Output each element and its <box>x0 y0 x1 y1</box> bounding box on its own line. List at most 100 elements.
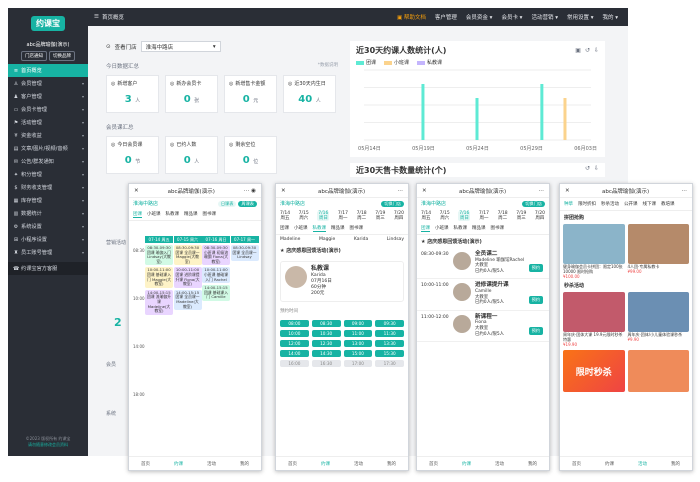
time-slot[interactable]: 15:00 <box>343 350 373 357</box>
phone-tab[interactable]: 图书课 <box>350 225 364 232</box>
sidebar-item-13[interactable]: ⊞ 小程序设置 ▾ <box>8 233 88 246</box>
date-item[interactable]: 7/14 周五 <box>421 211 431 221</box>
phone-tab[interactable]: 私教课 <box>454 225 468 232</box>
stat-card[interactable]: ◎ 新增售卡金额 0 元 <box>224 75 277 113</box>
top-menu-item-0[interactable]: 客户管理 <box>435 13 457 21</box>
tabbar-item[interactable]: 约课 <box>174 461 183 467</box>
sidebar-item-11[interactable]: ▥ 数据统计 ▾ <box>8 207 88 220</box>
flash-sale-banner[interactable]: 限时秒杀 <box>563 350 625 392</box>
stat-card[interactable]: ◎ 近30天内生日 40 人 <box>283 75 336 113</box>
date-item[interactable]: 7/17 周一 <box>338 211 348 221</box>
sidebar-item-7[interactable]: ✉ 公告/群发通知 ▾ <box>8 155 88 168</box>
tabbar-item[interactable]: 约课 <box>605 461 614 467</box>
time-slot[interactable]: 08:30 <box>311 320 341 327</box>
data-note-link[interactable]: *数据说明 <box>318 62 338 70</box>
time-slot[interactable]: 16:00 <box>280 360 309 367</box>
close-icon[interactable]: ✕ <box>422 188 427 194</box>
tabbar-item[interactable]: 我的 <box>240 461 249 467</box>
stat-card[interactable]: ◎ 剩余空位 0 位 <box>224 136 277 174</box>
date-item[interactable]: 7/14 周五 <box>280 211 290 221</box>
phone-tab[interactable]: 私教课 <box>166 211 180 218</box>
date-item[interactable]: 7/18 周二 <box>357 211 367 221</box>
private-course-card[interactable]: 私教课 Karida 07月16日 60分钟 200元 <box>280 261 404 302</box>
close-icon[interactable]: ✕ <box>134 188 139 194</box>
sidebar-item-9[interactable]: $ 财务收支管理 ▾ <box>8 181 88 194</box>
phone-tab[interactable]: 精品课 <box>331 225 345 232</box>
stat-card[interactable]: ◎ 新办会员卡 0 张 <box>165 75 218 113</box>
close-icon[interactable]: ✕ <box>565 188 570 194</box>
teacher-chip[interactable]: Madeline <box>280 237 300 242</box>
book-button[interactable]: 预约 <box>528 327 543 336</box>
time-slot[interactable]: 13:00 <box>343 340 373 347</box>
tabbar-item[interactable]: 活动 <box>207 461 216 467</box>
chart-tool-icon[interactable]: ▣ <box>575 47 581 54</box>
chart-tool-icon[interactable]: ↺ <box>585 47 590 54</box>
time-slot[interactable]: 14:30 <box>311 350 341 357</box>
phone-tab[interactable]: 小班课 <box>147 211 161 218</box>
date-item[interactable]: 7/19 周三 <box>375 211 385 221</box>
phone3-store[interactable]: 淮海中路店 <box>421 200 446 207</box>
stat-card[interactable]: ◎ 已约人数 0 人 <box>165 136 218 174</box>
sidebar-item-1[interactable]: ♙ 会员管理 ▾ <box>8 77 88 90</box>
tabbar-item[interactable]: 我的 <box>387 461 396 467</box>
phone-tab[interactable]: 图书课 <box>203 211 217 218</box>
top-menu-item-5[interactable]: 我的 ▾ <box>602 13 618 21</box>
promo-item[interactable]: 周年庆·团体/小儿童体验课秒杀 ¥9.90 <box>627 292 689 347</box>
time-slot[interactable]: 09:00 <box>343 320 373 327</box>
switch-store-pill[interactable]: 切换门店 <box>381 200 404 207</box>
help-docs-link[interactable]: ▣ 帮助文档 <box>397 13 426 21</box>
lesson-row[interactable]: 08:30-09:30 全员课二 Madeline 瑜伽馆Rachel 大教室 已约0人… <box>417 248 549 280</box>
tabbar-item[interactable]: 活动 <box>354 461 363 467</box>
switch-store-pill[interactable]: 切换门店 <box>522 200 545 207</box>
download-icon[interactable]: ⇩ <box>594 165 599 175</box>
sidebar-item-2[interactable]: ♟ 客户管理 ▾ <box>8 90 88 103</box>
phone1-store[interactable]: 淮海中路店 <box>133 200 158 207</box>
sidebar-item-3[interactable]: ▭ 会员卡管理 ▾ <box>8 103 88 116</box>
close-icon[interactable]: ✕ <box>281 188 286 194</box>
tabbar-item[interactable]: 约课 <box>462 461 471 467</box>
phone-tab[interactable]: 图书课 <box>491 225 505 232</box>
footer-link[interactable]: 请勿随意修改会员资料 <box>8 442 88 448</box>
schedule-cell[interactable]: 14:00-15:15 团课 流瑜伽升课 Madeline(大教室) <box>145 289 173 315</box>
phone-tab[interactable]: 种草 <box>564 201 573 207</box>
phone-tab[interactable]: 团课 <box>421 225 430 232</box>
tabbar-item[interactable]: 首页 <box>288 461 297 467</box>
schedule-cell[interactable]: 08:30-09:30 团课 全员课一 Maggie(大教室) <box>173 245 202 266</box>
day-view-pill[interactable]: 日课表 <box>217 200 237 207</box>
stat-card[interactable]: ◎ 新增客户 3 人 <box>106 75 159 113</box>
schedule-cell[interactable]: 08:30-09:30 团课 全员课一 Lindsay <box>230 245 259 261</box>
more-icon[interactable]: ⋯ <box>538 188 544 194</box>
phone2-store[interactable]: 淮海中路店 <box>280 200 305 207</box>
phone-tab[interactable]: 限时折扣 <box>578 201 596 207</box>
tabbar-item[interactable]: 我的 <box>528 461 537 467</box>
phone-tab[interactable]: 私教课 <box>312 225 326 232</box>
week-view-pill[interactable]: 周课表 <box>238 200 257 207</box>
tabbar-item[interactable]: 活动 <box>495 461 504 467</box>
phone-tab[interactable]: 秒杀活动 <box>601 201 619 207</box>
lesson-row[interactable]: 11:00-12:00 新课程一 Fiona 大教室 已约0人/限5人 预约 <box>417 311 549 343</box>
store-select[interactable]: 淮海中路店 ▾ <box>140 41 221 52</box>
phone-tab[interactable]: 团课 <box>280 225 289 232</box>
promo-item[interactable]: 4人团·专属私教卡 ¥99.00 <box>627 224 689 279</box>
stat-card[interactable]: ◎ 今日会员课 0 节 <box>106 136 159 174</box>
top-menu-item-3[interactable]: 活动营销 ▾ <box>531 13 558 21</box>
phone-tab[interactable]: 团课 <box>133 211 142 218</box>
time-slot[interactable]: 09:30 <box>375 320 404 327</box>
time-slot[interactable]: 12:00 <box>280 340 309 347</box>
sidebar-item-6[interactable]: ▤ 文章/图片/视频/音频 ▾ <box>8 142 88 155</box>
teacher-chip[interactable]: Lindsay <box>387 237 404 242</box>
more-icon[interactable]: ⋯ ◉ <box>244 188 256 194</box>
sidebar-item-4[interactable]: ⚑ 活动管理 ▾ <box>8 116 88 129</box>
date-item[interactable]: 7/19 周三 <box>516 211 526 221</box>
phone-tab[interactable]: 小班课 <box>294 225 308 232</box>
tabbar-item[interactable]: 首页 <box>141 461 150 467</box>
sidebar-item-10[interactable]: ▦ 库存管理 ▾ <box>8 194 88 207</box>
date-item[interactable]: 7/16 周日 <box>458 211 471 221</box>
official-support-item[interactable]: ☎ 约课宝官方客服 <box>8 262 88 275</box>
store-notice-button[interactable]: 门店通知 <box>21 51 47 61</box>
tabbar-item[interactable]: 活动 <box>638 461 647 467</box>
schedule-cell[interactable]: 10:00-11:00 小班课 基础课入门 Rachel <box>202 267 230 284</box>
tabbar-item[interactable]: 约课 <box>321 461 330 467</box>
tabbar-item[interactable]: 我的 <box>671 461 680 467</box>
sidebar-item-8[interactable]: ✦ 积分管理 ▾ <box>8 168 88 181</box>
